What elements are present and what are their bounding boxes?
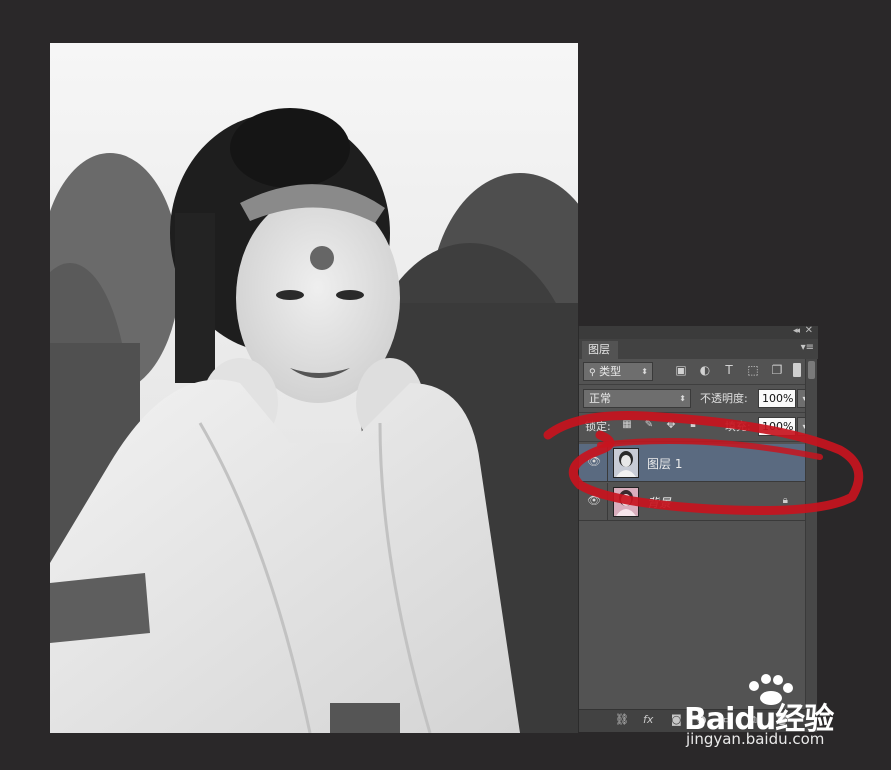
layer-thumbnail <box>613 487 639 517</box>
blend-row: 正常 ⬍ 不透明度: 100% ▾ <box>579 388 812 409</box>
smart-object-filter-icon[interactable]: ❐ <box>769 362 785 378</box>
lock-icon: 🔒︎ <box>782 495 788 506</box>
search-icon: ⚲ <box>589 368 596 378</box>
adjustment-filter-icon[interactable]: ◐ <box>697 362 713 378</box>
link-icon[interactable]: ⛓︎ <box>615 713 629 726</box>
close-icon[interactable]: ✕ <box>805 325 813 336</box>
filter-row: ⚲ 类型 ⬍ ▣ ◐ T ⬚ ❐ <box>579 361 806 382</box>
layer-row-background[interactable]: 👁︎ 背景 🔒︎ <box>579 483 806 521</box>
pixel-layer-filter-icon[interactable]: ▣ <box>673 362 689 378</box>
eye-icon[interactable]: 👁︎ <box>587 495 601 507</box>
lock-label: 锁定: <box>585 420 611 433</box>
layer-name[interactable]: 图层 1 <box>647 455 682 472</box>
filter-kind-dropdown[interactable]: ⚲ 类型 ⬍ <box>583 362 653 381</box>
shape-filter-icon[interactable]: ⬚ <box>745 362 761 378</box>
panel-tab-row: 图层 ▾≡ <box>579 339 818 359</box>
updown-arrow-icon: ⬍ <box>679 394 686 403</box>
blend-mode-value: 正常 <box>589 392 611 405</box>
lock-all-icon[interactable]: 🔒︎ <box>685 417 701 433</box>
layer-row-layer1[interactable]: 👁︎ 图层 1 <box>579 444 806 482</box>
panel-title-bar: ◂◂ ✕ <box>579 325 818 339</box>
lock-position-icon[interactable]: ✥ <box>663 417 679 433</box>
lock-pixels-icon[interactable]: ✎ <box>641 417 657 433</box>
scrollbar-thumb[interactable] <box>808 361 815 379</box>
fill-input[interactable]: 100% <box>758 417 796 436</box>
mask-icon[interactable]: ◙ <box>671 713 682 726</box>
fx-icon[interactable]: fx <box>643 713 653 726</box>
type-filter-icon[interactable]: T <box>721 362 737 378</box>
opacity-input[interactable]: 100% <box>758 389 796 408</box>
panel-menu-icon[interactable]: ▾≡ <box>801 342 814 353</box>
lock-row: 锁定: ▦ ✎ ✥ 🔒︎ 填充: 100% ▾ <box>579 416 812 437</box>
updown-arrow-icon: ⬍ <box>641 367 648 376</box>
fill-label: 填充: <box>725 420 751 433</box>
blend-mode-dropdown[interactable]: 正常 ⬍ <box>583 389 691 408</box>
filter-kind-label: 类型 <box>599 365 622 378</box>
layer-thumbnail <box>613 448 639 478</box>
portrait-photo <box>50 43 578 733</box>
collapse-icon[interactable]: ◂◂ <box>793 326 800 336</box>
filter-toggle-icon[interactable] <box>793 363 801 377</box>
document-canvas[interactable] <box>50 43 578 733</box>
baidu-watermark: Baidu经验 jingyan.baidu.com <box>684 672 884 752</box>
watermark-url: jingyan.baidu.com <box>686 730 825 748</box>
tab-layers[interactable]: 图层 <box>582 341 618 359</box>
opacity-label: 不透明度: <box>700 392 748 405</box>
lock-transparent-icon[interactable]: ▦ <box>619 417 635 433</box>
layer-name[interactable]: 背景 <box>647 494 671 511</box>
eye-icon[interactable]: 👁︎ <box>587 456 601 468</box>
